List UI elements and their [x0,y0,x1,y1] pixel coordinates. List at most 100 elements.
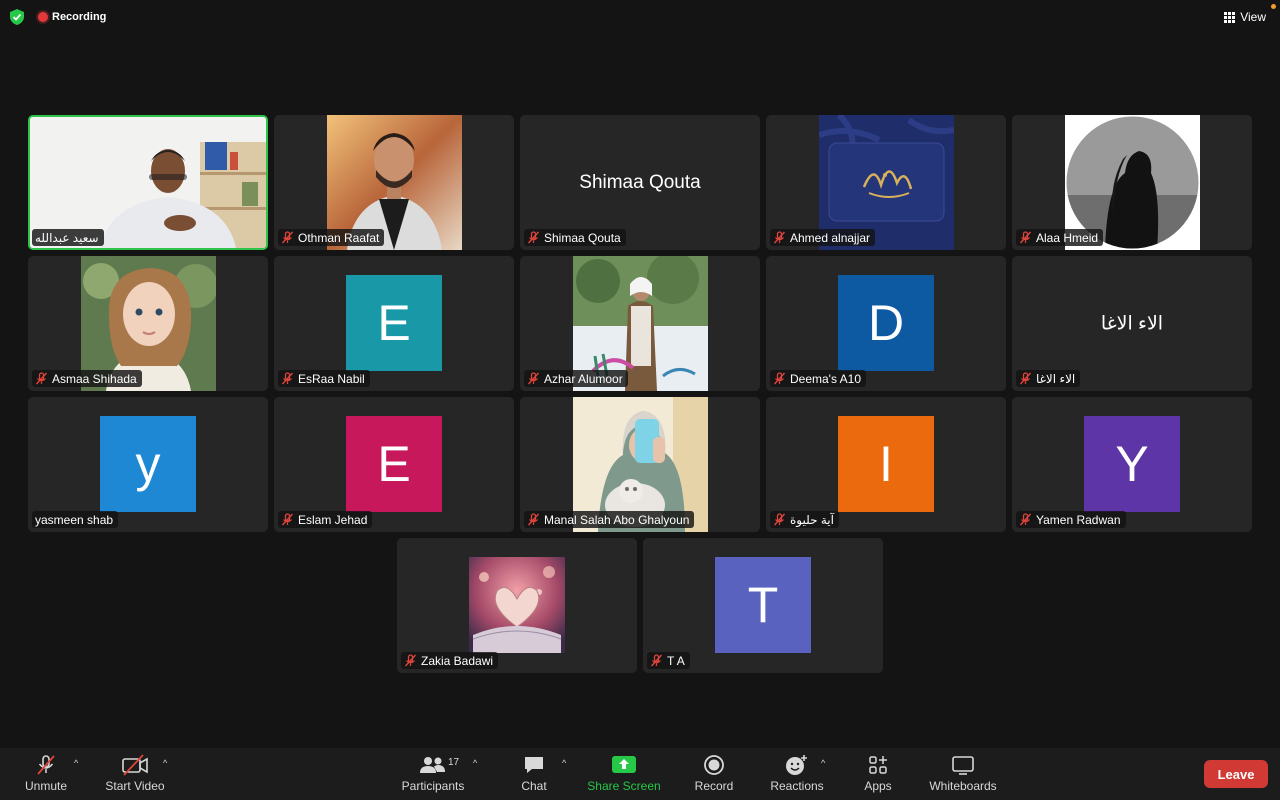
apps-icon [869,756,887,774]
participant-name-tag: T A [647,652,690,669]
view-button[interactable]: View [1218,6,1272,28]
initial-avatar: T [715,557,811,653]
reactions-options-caret-icon[interactable]: ^ [821,758,825,768]
participant-name-tag: Eslam Jehad [278,511,373,528]
participants-icon [420,757,445,773]
participant-tile[interactable]: سعيد عبدالله [28,115,268,250]
participant-name-tag: Manal Salah Abo Ghalyoun [524,511,695,528]
participant-name-tag: Othman Raafat [278,229,385,246]
participant-name: Othman Raafat [298,230,380,245]
participant-name: yasmeen shab [35,512,114,527]
grid-view-icon [1224,11,1236,23]
mic-muted-icon [773,372,786,385]
participant-name: EsRaa Nabil [298,371,365,386]
participant-name: Azhar Alumoor [544,371,623,386]
participant-name-tag: Zakia Badawi [401,652,499,669]
participant-tile[interactable]: الاء الاغا الاء الاغا [1012,256,1252,391]
mic-muted-icon [35,372,48,385]
mic-muted-icon [527,513,540,526]
mic-muted-icon [1019,372,1032,385]
apps-label: Apps [864,779,892,793]
participant-tile[interactable]: Zakia Badawi [397,538,637,673]
record-label: Record [694,779,734,793]
reactions-icon [786,755,807,775]
encryption-shield-icon[interactable] [8,8,26,26]
chat-options-caret-icon[interactable]: ^ [562,758,566,768]
whiteboard-icon [952,756,974,775]
participant-name-tag: Deema's A10 [770,370,866,387]
participants-label: Participants [401,779,465,793]
chat-button[interactable]: Chat [518,754,550,793]
participant-tile[interactable]: T T A [643,538,883,673]
unmute-button[interactable]: Unmute [22,754,70,793]
video-off-icon [122,754,148,776]
reactions-label: Reactions [770,779,824,793]
participant-tile[interactable]: Othman Raafat [274,115,514,250]
record-icon [704,755,724,775]
participant-name: Deema's A10 [790,371,861,386]
participant-tile[interactable]: Alaa Hmeid [1012,115,1252,250]
participant-tile[interactable]: D Deema's A10 [766,256,1006,391]
initial-avatar: y [100,416,196,512]
whiteboards-button[interactable]: Whiteboards [926,754,1000,793]
reactions-button[interactable]: Reactions [768,754,826,793]
participant-name-tag: Yamen Radwan [1016,511,1126,528]
audio-options-caret-icon[interactable]: ^ [74,758,78,768]
participant-name-tag: آية حليوة [770,511,839,528]
mic-muted-icon [527,231,540,244]
notification-dot [1271,4,1276,9]
mic-muted-icon [404,654,417,667]
start-video-label: Start Video [105,779,165,793]
participant-tile[interactable]: E Eslam Jehad [274,397,514,532]
mic-muted-icon [281,231,294,244]
mic-muted-icon [281,513,294,526]
mic-muted-icon [37,755,55,775]
view-label: View [1240,10,1266,24]
participant-name-tag: yasmeen shab [32,511,119,528]
share-screen-label: Share Screen [587,779,661,793]
initial-avatar: Y [1084,416,1180,512]
participant-tile[interactable]: Manal Salah Abo Ghalyoun [520,397,760,532]
participant-tile[interactable]: Azhar Alumoor [520,256,760,391]
participant-name-tag: الاء الاغا [1016,370,1081,387]
participants-options-caret-icon[interactable]: ^ [473,758,477,768]
recording-indicator[interactable]: Recording [38,8,106,26]
participant-display-name: الاء الاغا [1100,313,1164,334]
participant-name: Eslam Jehad [298,512,368,527]
participant-name: Manal Salah Abo Ghalyoun [544,512,690,527]
participant-tile[interactable]: I آية حليوة [766,397,1006,532]
participant-name: T A [667,653,685,668]
start-video-button[interactable]: Start Video [102,754,168,793]
participant-tile[interactable]: Y Yamen Radwan [1012,397,1252,532]
chat-label: Chat [521,779,547,793]
participant-name-tag: Alaa Hmeid [1016,229,1104,246]
participant-tile[interactable]: Asmaa Shihada [28,256,268,391]
participant-name: Alaa Hmeid [1036,230,1099,245]
initial-avatar: E [346,416,442,512]
leave-button[interactable]: Leave [1204,760,1268,788]
mic-muted-icon [773,513,786,526]
participant-name-tag: Asmaa Shihada [32,370,142,387]
share-screen-button[interactable]: Share Screen [586,754,662,793]
participant-name: سعيد عبدالله [35,230,99,245]
participant-tile[interactable]: Ahmed alnajjar [766,115,1006,250]
participant-name-tag: Shimaa Qouta [524,229,626,246]
participant-name: Zakia Badawi [421,653,494,668]
chat-icon [525,757,543,773]
record-button[interactable]: Record [692,754,736,793]
video-options-caret-icon[interactable]: ^ [163,758,167,768]
meeting-toolbar: Unmute ^ Start Video ^ Participants 17 ^… [0,748,1280,800]
participant-name: Shimaa Qouta [544,230,621,245]
participant-tile[interactable]: y yasmeen shab [28,397,268,532]
mic-muted-icon [773,231,786,244]
recording-dot-icon [38,12,48,22]
participant-name: Yamen Radwan [1036,512,1121,527]
mic-muted-icon [527,372,540,385]
participant-name: Asmaa Shihada [52,371,137,386]
share-screen-icon [612,756,636,773]
participant-tile[interactable]: E EsRaa Nabil [274,256,514,391]
participant-name-tag: Azhar Alumoor [524,370,628,387]
participant-tile[interactable]: Shimaa Qouta Shimaa Qouta [520,115,760,250]
mic-muted-icon [1019,231,1032,244]
apps-button[interactable]: Apps [860,754,896,793]
